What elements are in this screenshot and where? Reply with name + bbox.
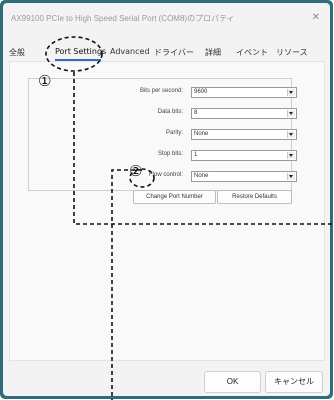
marker-2-leader-line (111, 169, 142, 400)
marker-2: ② (129, 162, 143, 180)
marker-1-highlight-circle (45, 36, 103, 72)
callout-overlay (45, 36, 334, 400)
marker-1-leader-line (73, 72, 334, 225)
marker-1: ① (38, 72, 52, 90)
